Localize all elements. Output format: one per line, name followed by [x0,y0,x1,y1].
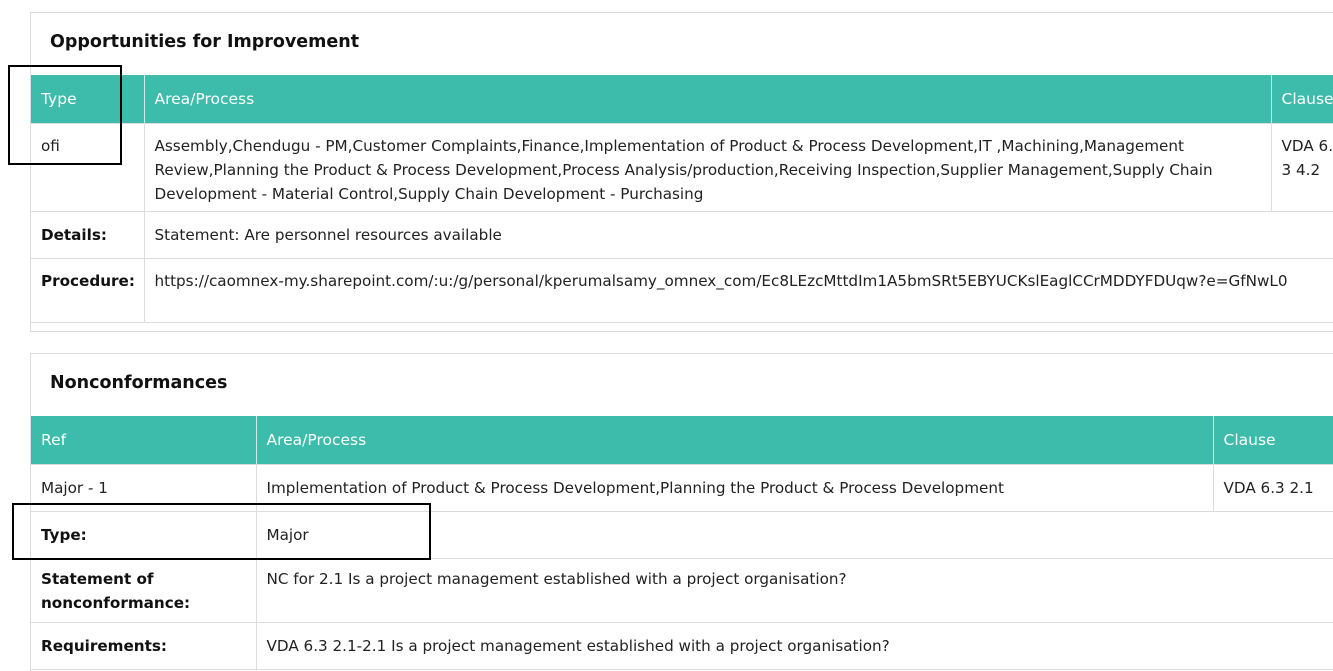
nc-row: Major - 1 Implementation of Product & Pr… [31,464,1333,512]
nc-requirements-value: VDA 6.3 2.1-2.1 Is a project management … [255,622,1333,670]
ofi-header-type: Type [31,75,144,124]
ofi-details-row: Details: Statement: Are personnel resour… [31,211,1333,259]
nc-table: Ref Area/Process Clause Major - 1 Implem… [31,416,1333,670]
nc-ref-cell: Major - 1 [31,464,256,512]
nc-header-row: Ref Area/Process Clause [31,416,1333,465]
nc-requirements-label: Requirements: [31,622,256,670]
nc-statement-label: Statement of nonconformance: [31,558,256,623]
ofi-header-area: Area/Process [143,75,1271,124]
nc-type-value: Major [255,511,1333,559]
ofi-details-value: Statement: Are personnel resources avail… [143,211,1333,259]
nc-statement-row: Statement of nonconformance: NC for 2.1 … [31,558,1333,623]
ofi-row: ofi Assembly,Chendugu - PM,Customer Comp… [31,123,1333,212]
nc-title: Nonconformances [50,373,228,393]
ofi-panel: Opportunities for Improvement Type Area/… [30,12,1333,332]
nc-header-ref: Ref [31,416,256,465]
nc-header-clause: Clause [1212,416,1333,465]
nc-area-cell: Implementation of Product & Process Deve… [255,464,1213,512]
ofi-table: Type Area/Process Clause ofi Assembly,Ch… [31,75,1333,323]
ofi-title: Opportunities for Improvement [50,32,360,52]
ofi-area-cell: Assembly,Chendugu - PM,Customer Complain… [143,123,1271,212]
nc-statement-value: NC for 2.1 Is a project management estab… [255,558,1333,623]
ofi-procedure-row: Procedure: https://caomnex-my.sharepoint… [31,258,1333,323]
nc-clause-cell: VDA 6.3 2.1 [1212,464,1333,512]
ofi-header-row: Type Area/Process Clause [31,75,1333,124]
nc-type-row: Type: Major [31,511,1333,559]
nc-type-label: Type: [31,511,256,559]
nc-requirements-row: Requirements: VDA 6.3 2.1-2.1 Is a proje… [31,622,1333,670]
ofi-procedure-link[interactable]: https://caomnex-my.sharepoint.com/:u:/g/… [143,258,1333,323]
nc-panel: Nonconformances Ref Area/Process Clause … [30,353,1333,671]
ofi-procedure-label: Procedure: [31,258,144,323]
ofi-type-cell: ofi [31,123,144,212]
ofi-header-clause: Clause [1270,75,1333,124]
ofi-clause-cell: VDA 6.3 4.2 [1270,123,1333,212]
ofi-details-label: Details: [31,211,144,259]
nc-header-area: Area/Process [255,416,1213,465]
